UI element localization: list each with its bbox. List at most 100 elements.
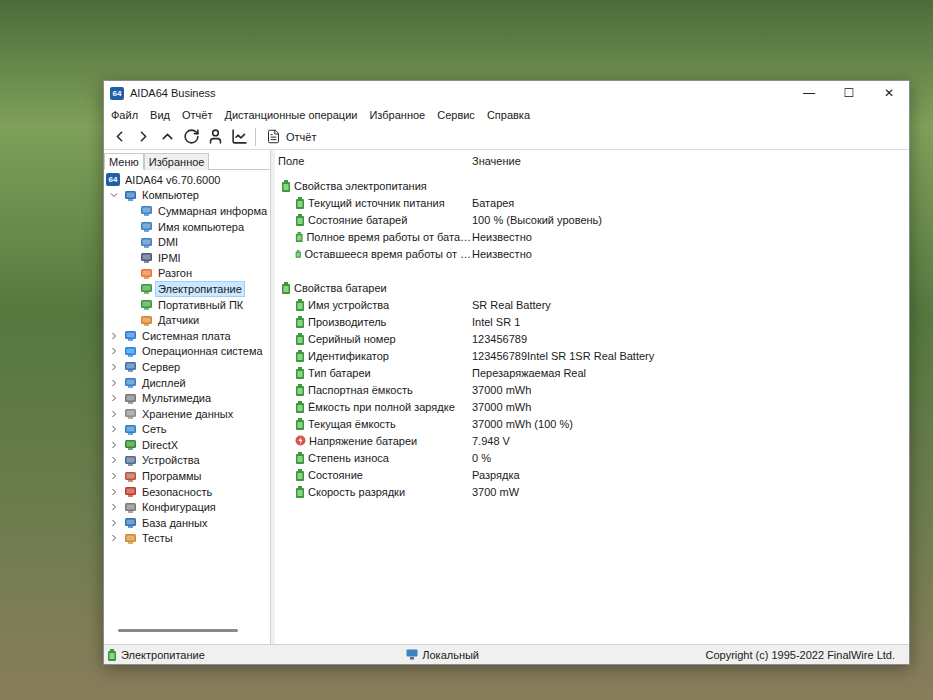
expand-arrow-icon[interactable]	[110, 363, 118, 371]
expand-arrow-icon[interactable]	[110, 347, 118, 355]
table-row[interactable]: Состояние батарей100 % (Высокий уровень)	[275, 211, 909, 228]
toolbar-button[interactable]	[155, 126, 179, 148]
toolbar-button[interactable]	[203, 126, 227, 148]
field-label: Оставшееся время работы от …	[304, 248, 471, 260]
table-row[interactable]: Идентификатор123456789Intel SR 1SR Real …	[275, 347, 909, 364]
tree-item[interactable]: Разгон	[104, 266, 270, 282]
expand-arrow-icon[interactable]	[110, 456, 118, 464]
expand-arrow-icon[interactable]	[110, 425, 118, 433]
window-control-button[interactable]: —	[789, 81, 829, 105]
tree-item[interactable]: DirectX	[104, 437, 270, 453]
tree-toggle[interactable]	[108, 470, 120, 482]
expand-arrow-icon[interactable]	[110, 519, 118, 527]
horizontal-scrollbar[interactable]	[110, 624, 264, 636]
expand-arrow-icon[interactable]	[110, 441, 118, 449]
tree-item[interactable]: Датчики	[104, 312, 270, 328]
tree-toggle[interactable]	[108, 361, 120, 373]
pane-tab[interactable]: Меню	[104, 153, 144, 170]
scrollbar-thumb[interactable]	[118, 629, 238, 632]
tree-item[interactable]: 64AIDA64 v6.70.6000	[104, 172, 270, 188]
tree-toggle[interactable]	[108, 345, 120, 357]
tree-item[interactable]: Тесты	[104, 531, 270, 547]
tree-item[interactable]: Устройства	[104, 453, 270, 469]
menu-item[interactable]: Избранное	[363, 109, 431, 121]
tree-item[interactable]: Хранение данных	[104, 406, 270, 422]
tree-toggle[interactable]	[108, 501, 120, 513]
tree-toggle[interactable]	[108, 423, 120, 435]
expand-arrow-icon[interactable]	[110, 503, 118, 511]
tree-toggle[interactable]	[108, 408, 120, 420]
table-row[interactable]: Степень износа0 %	[275, 449, 909, 466]
toolbar-button[interactable]	[179, 126, 203, 148]
tree-toggle[interactable]	[108, 517, 120, 529]
tree-toggle[interactable]	[108, 439, 120, 451]
tree-item[interactable]: Дисплей	[104, 375, 270, 391]
table-row[interactable]: Оставшееся время работы от …Неизвестно	[275, 245, 909, 262]
column-header[interactable]: Поле	[275, 155, 471, 167]
tree-item[interactable]: Сеть	[104, 422, 270, 438]
collapse-arrow-icon[interactable]	[110, 191, 118, 199]
table-row[interactable]: Полное время работы от бата…Неизвестно	[275, 228, 909, 245]
window-control-button[interactable]: ☐	[829, 81, 869, 105]
column-header[interactable]: Значение	[471, 155, 909, 167]
tree-toggle[interactable]	[108, 532, 120, 544]
tree-node-icon	[124, 516, 137, 529]
tree-item[interactable]: Системная плата	[104, 328, 270, 344]
window-control-button[interactable]: ✕	[869, 81, 909, 105]
tree-toggle[interactable]	[108, 486, 120, 498]
menu-item[interactable]: Файл	[105, 109, 144, 121]
menu-item[interactable]: Справка	[481, 109, 536, 121]
tree-item[interactable]: Программы	[104, 468, 270, 484]
tree-toggle[interactable]	[108, 392, 120, 404]
table-row[interactable]: ПроизводительIntel SR 1	[275, 313, 909, 330]
tree-toggle[interactable]	[108, 189, 120, 201]
table-row[interactable]: Ёмкость при полной зарядке37000 mWh	[275, 398, 909, 415]
menu-item[interactable]: Вид	[144, 109, 176, 121]
toolbar-button[interactable]	[227, 126, 251, 148]
expand-arrow-icon[interactable]	[110, 332, 118, 340]
menu-item[interactable]: Отчёт	[176, 109, 218, 121]
report-button[interactable]: Отчёт	[262, 129, 320, 144]
tree-toggle[interactable]	[108, 330, 120, 342]
expand-arrow-icon[interactable]	[110, 472, 118, 480]
expand-arrow-icon[interactable]	[110, 534, 118, 542]
tree-toggle[interactable]	[108, 377, 120, 389]
table-row[interactable]: Имя устройстваSR Real Battery	[275, 296, 909, 313]
table-row[interactable]: Серийный номер123456789	[275, 330, 909, 347]
tree-item[interactable]: Безопасность	[104, 484, 270, 500]
tree-item[interactable]: Суммарная информа	[104, 203, 270, 219]
tree-item[interactable]: База данных	[104, 515, 270, 531]
tree-item[interactable]: Имя компьютера	[104, 219, 270, 235]
tree-item[interactable]: Конфигурация	[104, 499, 270, 515]
tree-item[interactable]: Компьютер	[104, 188, 270, 204]
tree-item[interactable]: Мультимедиа	[104, 390, 270, 406]
tree-item[interactable]: Операционная система	[104, 344, 270, 360]
toolbar-button[interactable]	[107, 126, 131, 148]
menu-item[interactable]: Сервис	[431, 109, 481, 121]
tree-item[interactable]: Портативный ПК	[104, 297, 270, 313]
battery-icon	[295, 384, 305, 396]
tree-toggle[interactable]	[108, 454, 120, 466]
toolbar-button[interactable]	[131, 126, 155, 148]
expand-arrow-icon[interactable]	[110, 488, 118, 496]
table-row[interactable]: Напряжение батареи7.948 V	[275, 432, 909, 449]
expand-arrow-icon[interactable]	[110, 410, 118, 418]
field-cell: Состояние	[275, 469, 471, 481]
table-row[interactable]: СостояниеРазрядка	[275, 466, 909, 483]
tree-item[interactable]: Электропитание	[104, 281, 270, 297]
table-row[interactable]: Текущий источник питанияБатарея	[275, 194, 909, 211]
tree-node-icon	[124, 532, 137, 545]
tree-item[interactable]: IPMI	[104, 250, 270, 266]
pane-tab[interactable]: Избранное	[144, 153, 210, 170]
table-row[interactable]: Паспортная ёмкость37000 mWh	[275, 381, 909, 398]
expand-arrow-icon[interactable]	[110, 379, 118, 387]
table-row[interactable]: Текущая ёмкость37000 mWh (100 %)	[275, 415, 909, 432]
value-cell: 37000 mWh	[471, 401, 909, 413]
table-row[interactable]: Скорость разрядки3700 mW	[275, 483, 909, 500]
table-row[interactable]: Тип батареиПерезаряжаемая Real	[275, 364, 909, 381]
tree-item[interactable]: Сервер	[104, 359, 270, 375]
tree-item[interactable]: DMI	[104, 234, 270, 250]
menu-item[interactable]: Дистанционные операции	[218, 109, 363, 121]
refresh-icon	[183, 128, 200, 145]
expand-arrow-icon[interactable]	[110, 394, 118, 402]
